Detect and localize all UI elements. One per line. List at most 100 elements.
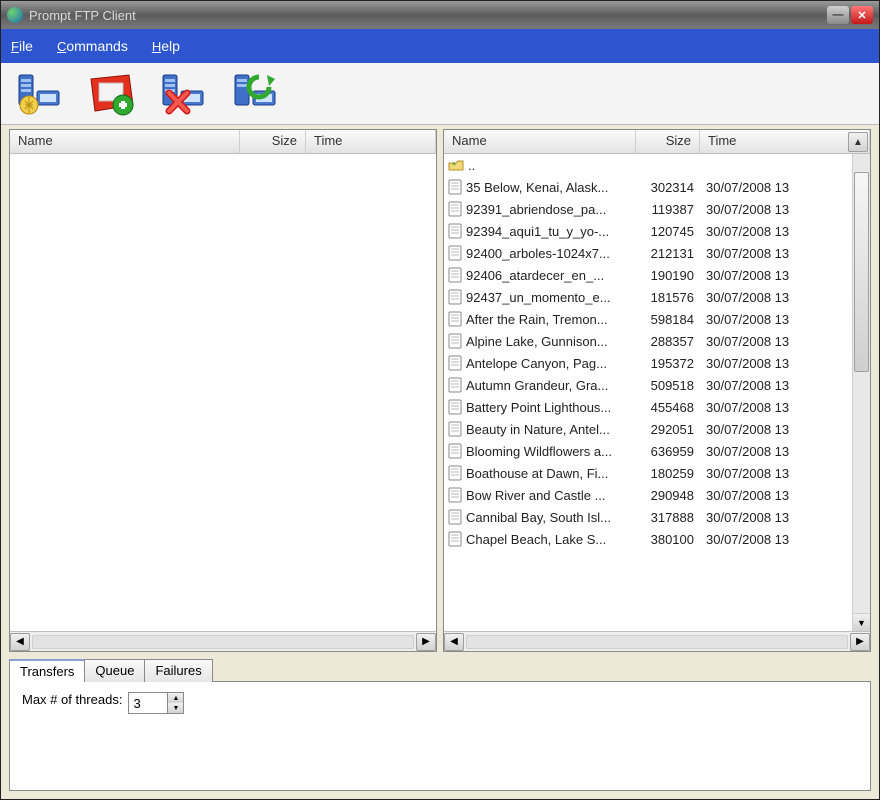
stepper-down-icon[interactable]: ▼ (168, 703, 183, 713)
file-time: 30/07/2008 13 (700, 532, 852, 547)
bottom-tabs: Transfers Queue Failures (9, 658, 871, 681)
remote-header: Name Size Time ▲ (444, 130, 870, 154)
scrollbar-thumb[interactable] (854, 172, 869, 372)
remote-hscroll[interactable]: ◀ ▶ (444, 631, 870, 651)
file-name: Chapel Beach, Lake S... (466, 532, 606, 547)
file-row[interactable]: After the Rain, Tremon...59818430/07/200… (444, 308, 852, 330)
file-name: 92391_abriendose_pa... (466, 202, 606, 217)
scroll-left-icon[interactable]: ◀ (10, 633, 30, 651)
scroll-right-icon[interactable]: ▶ (416, 633, 436, 651)
file-name: Battery Point Lighthous... (466, 400, 611, 415)
tab-failures[interactable]: Failures (144, 659, 212, 682)
tab-queue[interactable]: Queue (84, 659, 145, 682)
col-name[interactable]: Name (444, 130, 636, 153)
file-name: Boathouse at Dawn, Fi... (466, 466, 608, 481)
file-row[interactable]: 92406_atardecer_en_...19019030/07/2008 1… (444, 264, 852, 286)
file-time: 30/07/2008 13 (700, 444, 852, 459)
file-time: 30/07/2008 13 (700, 312, 852, 327)
menu-bar: File Commands Help (1, 29, 879, 63)
remote-vscroll[interactable]: ▼ (852, 154, 870, 631)
col-size[interactable]: Size (240, 130, 306, 153)
tab-transfers[interactable]: Transfers (9, 659, 85, 682)
remote-file-list[interactable]: ..35 Below, Kenai, Alask...30231430/07/2… (444, 154, 852, 631)
file-name: 92437_un_momento_e... (466, 290, 611, 305)
file-row[interactable]: Battery Point Lighthous... 45546830/07/20… (444, 396, 852, 418)
stepper-up-icon[interactable]: ▲ (168, 693, 183, 703)
file-row[interactable]: 92391_abriendose_pa...11938730/07/2008 1… (444, 198, 852, 220)
connect-icon (13, 71, 65, 117)
file-size: 195372 (636, 356, 700, 371)
file-size: 509518 (636, 378, 700, 393)
menu-commands[interactable]: Commands (57, 38, 128, 54)
file-name: Bow River and Castle ... (466, 488, 605, 503)
file-row[interactable]: Autumn Grandeur, Gra... 50951830/07/2008 … (444, 374, 852, 396)
add-bookmark-button[interactable] (81, 68, 141, 120)
local-header: Name Size Time (10, 130, 436, 154)
file-time: 30/07/2008 13 (700, 246, 852, 261)
file-time: 30/07/2008 13 (700, 488, 852, 503)
close-button[interactable]: ✕ (851, 6, 873, 24)
file-time: 30/07/2008 13 (700, 334, 852, 349)
refresh-button[interactable] (225, 68, 285, 120)
file-size: 119387 (636, 202, 700, 217)
file-row[interactable]: 35 Below, Kenai, Alask...30231430/07/200… (444, 176, 852, 198)
file-size: 120745 (636, 224, 700, 239)
scroll-left-icon[interactable]: ◀ (444, 633, 464, 651)
threads-label: Max # of threads: (22, 692, 122, 707)
file-time: 30/07/2008 13 (700, 466, 852, 481)
file-size: 181576 (636, 290, 700, 305)
scroll-right-icon[interactable]: ▶ (850, 633, 870, 651)
scroll-up-icon[interactable]: ▲ (848, 132, 868, 152)
file-time: 30/07/2008 13 (700, 224, 852, 239)
file-time: 30/07/2008 13 (700, 400, 852, 415)
menu-file[interactable]: File (11, 38, 33, 54)
file-row[interactable]: Alpine Lake, Gunnison...28835730/07/2008… (444, 330, 852, 352)
app-window: Prompt FTP Client — ✕ File Commands Help (0, 0, 880, 800)
file-name: Cannibal Bay, South Isl... (466, 510, 611, 525)
file-size: 288357 (636, 334, 700, 349)
add-bookmark-icon (85, 71, 137, 117)
disconnect-icon (157, 71, 209, 117)
file-name: Autumn Grandeur, Gra... (466, 378, 608, 393)
file-row[interactable]: Bow River and Castle ... 29094830/07/2008… (444, 484, 852, 506)
file-size: 317888 (636, 510, 700, 525)
col-name[interactable]: Name (10, 130, 240, 153)
file-size: 636959 (636, 444, 700, 459)
file-row[interactable]: 92394_aqui1_tu_y_yo-... 12074530/07/2008 … (444, 220, 852, 242)
file-time: 30/07/2008 13 (700, 290, 852, 305)
file-name: 35 Below, Kenai, Alask... (466, 180, 608, 195)
file-time: 30/07/2008 13 (700, 378, 852, 393)
toolbar (1, 63, 879, 125)
transfers-panel: Max # of threads: ▲ ▼ (9, 681, 871, 791)
threads-stepper[interactable]: ▲ ▼ (128, 692, 184, 714)
file-row[interactable]: Cannibal Bay, South Isl...31788830/07/20… (444, 506, 852, 528)
minimize-button[interactable]: — (827, 6, 849, 24)
file-row[interactable]: Beauty in Nature, Antel...29205130/07/20… (444, 418, 852, 440)
col-time[interactable]: Time (306, 130, 436, 153)
col-size[interactable]: Size (636, 130, 700, 153)
title-bar[interactable]: Prompt FTP Client — ✕ (1, 1, 879, 29)
file-size: 290948 (636, 488, 700, 503)
file-size: 455468 (636, 400, 700, 415)
file-row[interactable]: 92400_arboles-1024x7...21213130/07/2008 … (444, 242, 852, 264)
connect-button[interactable] (9, 68, 69, 120)
file-size: 190190 (636, 268, 700, 283)
local-file-list[interactable] (10, 154, 436, 631)
scroll-down-icon[interactable]: ▼ (853, 613, 870, 631)
file-row[interactable]: Chapel Beach, Lake S...38010030/07/2008 … (444, 528, 852, 550)
local-hscroll[interactable]: ◀ ▶ (10, 631, 436, 651)
threads-input[interactable] (129, 693, 167, 713)
file-time: 30/07/2008 13 (700, 422, 852, 437)
file-row[interactable]: Boathouse at Dawn, Fi...18025930/07/2008… (444, 462, 852, 484)
menu-help[interactable]: Help (152, 38, 180, 54)
window-title: Prompt FTP Client (29, 8, 136, 23)
file-row[interactable]: Blooming Wildflowers a... 63695930/07/200… (444, 440, 852, 462)
file-name: Blooming Wildflowers a... (466, 444, 612, 459)
col-time[interactable]: Time (700, 130, 870, 153)
disconnect-button[interactable] (153, 68, 213, 120)
parent-dir-row[interactable]: .. (444, 154, 852, 176)
file-row[interactable]: 92437_un_momento_e... 18157630/07/2008 13 (444, 286, 852, 308)
refresh-icon (229, 71, 281, 117)
file-name: 92394_aqui1_tu_y_yo-... (466, 224, 609, 239)
file-row[interactable]: Antelope Canyon, Pag...19537230/07/2008 … (444, 352, 852, 374)
